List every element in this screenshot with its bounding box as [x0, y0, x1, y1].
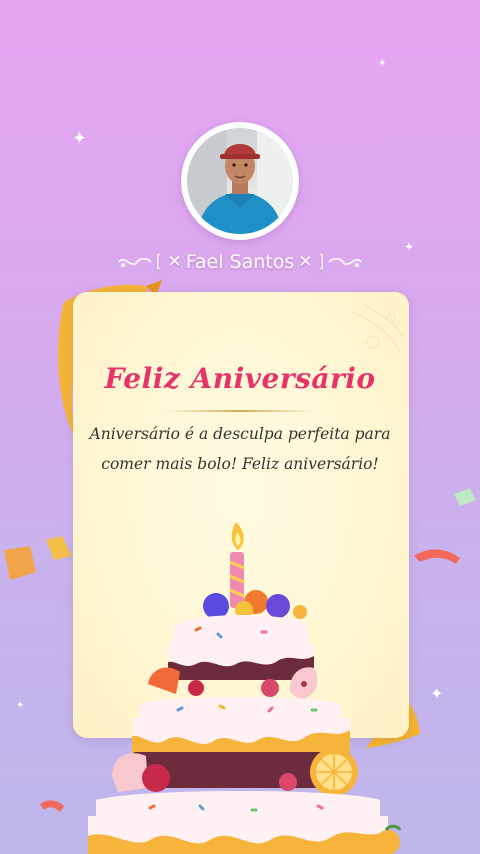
- candle-icon: [229, 522, 245, 608]
- cake-icon: [88, 522, 402, 854]
